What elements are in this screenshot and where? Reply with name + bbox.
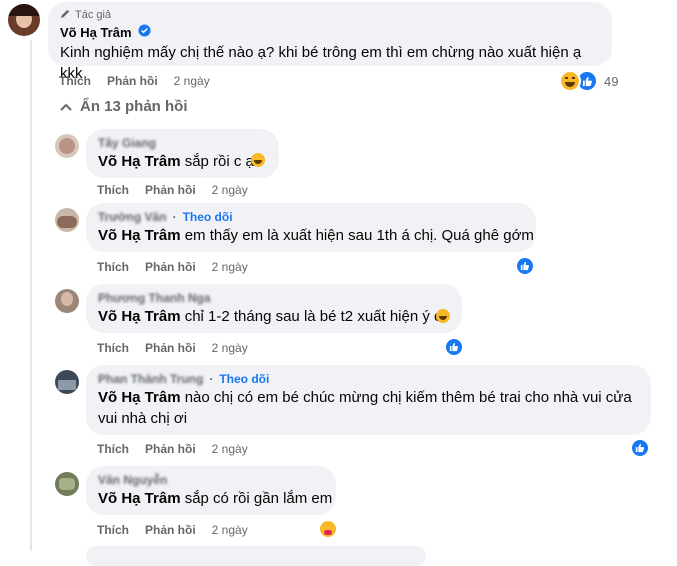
reply-bubble: Văn Nguyễn Võ Hạ Trâm sắp có rồi gần lắm… xyxy=(86,466,336,515)
reply-actions: Thích Phản hồi 2 ngày xyxy=(97,183,248,197)
like-link[interactable]: Thích xyxy=(97,260,129,274)
reply-text: Võ Hạ Trâm chỉ 1-2 tháng sau là bé t2 xu… xyxy=(98,306,450,327)
verified-badge-icon xyxy=(137,24,151,40)
thread-line xyxy=(30,40,32,551)
reply-text: Võ Hạ Trâm em thấy em là xuất hiện sau 1… xyxy=(98,225,534,246)
like-link[interactable]: Thích xyxy=(59,74,91,88)
author-avatar[interactable] xyxy=(8,4,40,36)
like-link[interactable]: Thích xyxy=(97,442,129,456)
reply-time[interactable]: 2 ngày xyxy=(212,183,248,197)
reply-bubble: Tây Giang Võ Hạ Trâm sắp rồi c ạ xyxy=(86,129,279,178)
reply-text: Võ Hạ Trâm nào chị có em bé chúc mừng ch… xyxy=(98,387,643,429)
hide-replies-button[interactable]: Ẩn 13 phản hồi xyxy=(60,98,188,115)
reply-author-name[interactable]: Trường Văn xyxy=(98,210,167,224)
haha-emoji-icon xyxy=(559,70,581,92)
like-link[interactable]: Thích xyxy=(97,341,129,355)
comment-author-name[interactable]: Võ Hạ Trâm xyxy=(60,25,132,40)
reply-bubble: Phương Thanh Nga Võ Hạ Trâm chỉ 1-2 thán… xyxy=(86,284,462,333)
top-comment-bubble: Tác giả Võ Hạ Trâm Kinh nghiệm mấy chị t… xyxy=(48,2,612,82)
author-badge: Tác giả xyxy=(60,8,600,22)
like-link[interactable]: Thích xyxy=(97,183,129,197)
haha-emoji-icon xyxy=(436,309,450,323)
follow-link[interactable]: Theo dõi xyxy=(183,210,233,224)
reply-avatar[interactable] xyxy=(55,289,79,313)
reply-author-name[interactable]: Văn Nguyễn xyxy=(98,473,324,487)
hide-replies-label: Ẩn 13 phản hồi xyxy=(80,98,188,115)
reply-text: Võ Hạ Trâm sắp có rồi gần lắm em xyxy=(98,488,332,509)
reply-time[interactable]: 2 ngày xyxy=(212,260,248,274)
reply-bubble: Phan Thành Trung · Theo dõi Võ Hạ Trâm n… xyxy=(86,365,651,435)
reply-link[interactable]: Phản hồi xyxy=(145,442,196,456)
reply-time[interactable]: 2 ngày xyxy=(212,341,248,355)
reply-avatar[interactable] xyxy=(55,370,79,394)
reply-text: Võ Hạ Trâm sắp rồi c ạ xyxy=(98,151,267,172)
reply-text-body: sắp có rồi gần lắm em xyxy=(180,490,333,507)
like-link[interactable]: Thích xyxy=(97,523,129,537)
thumbs-up-icon[interactable] xyxy=(444,337,464,357)
reaction-count: 49 xyxy=(604,73,619,89)
reply-time[interactable]: 2 ngày xyxy=(212,523,248,537)
chevron-up-icon xyxy=(60,98,72,115)
reply-mention[interactable]: Võ Hạ Trâm xyxy=(98,153,181,170)
comment-time[interactable]: 2 ngày xyxy=(174,74,210,88)
reply-mention[interactable]: Võ Hạ Trâm xyxy=(98,490,181,507)
reply-mention[interactable]: Võ Hạ Trâm xyxy=(98,389,181,406)
reply-text-body: em thấy em là xuất hiện sau 1th á chị. Q… xyxy=(180,227,534,244)
pencil-icon xyxy=(60,8,71,22)
reply-link[interactable]: Phản hồi xyxy=(145,260,196,274)
follow-link[interactable]: Theo dõi xyxy=(219,372,269,386)
reply-link[interactable]: Phản hồi xyxy=(107,74,158,88)
reply-mention[interactable]: Võ Hạ Trâm xyxy=(98,227,181,244)
thumbs-up-icon[interactable] xyxy=(515,256,535,276)
reply-actions: Thích Phản hồi 2 ngày xyxy=(97,523,248,537)
reply-author-name[interactable]: Tây Giang xyxy=(98,136,267,150)
reply-text-body: chỉ 1-2 tháng sau là bé t2 xuất hiện ý c xyxy=(180,308,442,325)
reply-avatar[interactable] xyxy=(55,472,79,496)
haha-emoji-icon xyxy=(251,153,265,167)
reply-actions: Thích Phản hồi 2 ngày xyxy=(97,260,248,274)
reply-author-name[interactable]: Phương Thanh Nga xyxy=(98,291,450,305)
top-comment-actions: Thích Phản hồi 2 ngày xyxy=(59,74,210,88)
top-reactions[interactable]: 49 xyxy=(559,70,618,92)
reply-link[interactable]: Phản hồi xyxy=(145,341,196,355)
reply-time[interactable]: 2 ngày xyxy=(212,442,248,456)
reply-text-body: sắp rồi c ạ xyxy=(180,153,254,170)
reply-bubble: Trường Văn · Theo dõi Võ Hạ Trâm em thấy… xyxy=(86,203,536,252)
care-emoji-icon[interactable] xyxy=(318,519,338,539)
reply-avatar[interactable] xyxy=(55,208,79,232)
author-badge-label: Tác giả xyxy=(75,9,112,21)
reply-author-name[interactable]: Phan Thành Trung xyxy=(98,372,203,386)
reply-mention[interactable]: Võ Hạ Trâm xyxy=(98,308,181,325)
reply-link[interactable]: Phản hồi xyxy=(145,523,196,537)
reply-link[interactable]: Phản hồi xyxy=(145,183,196,197)
next-reply-bubble xyxy=(86,546,426,566)
reply-actions: Thích Phản hồi 2 ngày xyxy=(97,341,248,355)
reply-actions: Thích Phản hồi 2 ngày xyxy=(97,442,248,456)
reply-avatar[interactable] xyxy=(55,134,79,158)
thumbs-up-icon[interactable] xyxy=(630,438,650,458)
